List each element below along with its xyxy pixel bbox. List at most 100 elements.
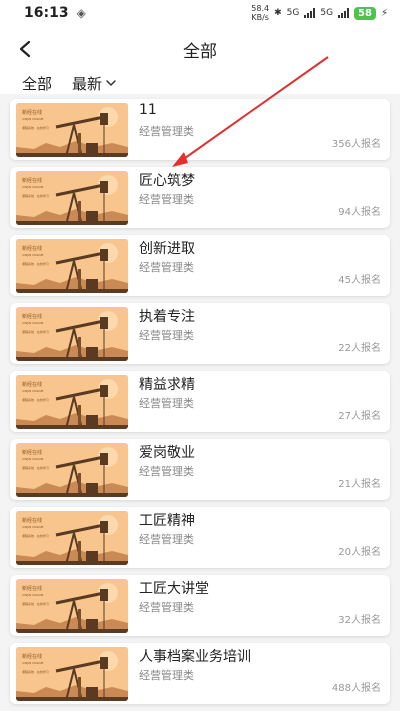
thumb-line3: 课程系统 · 在线学习 [22, 397, 49, 402]
course-title: 工匠大讲堂 [139, 581, 209, 597]
course-card[interactable]: 新经在线 XINJIN ONLINE 课程系统 · 在线学习 11 经营管理类 … [10, 99, 390, 160]
thumb-line1: 新经在线 [22, 245, 42, 252]
course-card[interactable]: 新经在线 XINJIN ONLINE 课程系统 · 在线学习 爱岗敬业 经营管理… [10, 439, 390, 500]
course-category: 经营管理类 [139, 193, 194, 206]
course-title: 爱岗敬业 [139, 445, 195, 461]
course-thumbnail: 新经在线 XINJIN ONLINE 课程系统 · 在线学习 [16, 443, 128, 497]
back-button[interactable] [10, 34, 40, 64]
oil-pump-image: 新经在线 XINJIN ONLINE 课程系统 · 在线学习 [16, 647, 128, 701]
sort-dropdown[interactable]: 最新 [72, 73, 116, 94]
course-list: 新经在线 XINJIN ONLINE 课程系统 · 在线学习 11 经营管理类 … [0, 94, 400, 711]
enrollment-count: 356人报名 [331, 139, 381, 150]
course-thumbnail: 新经在线 XINJIN ONLINE 课程系统 · 在线学习 [16, 375, 128, 429]
thumb-line3: 课程系统 · 在线学习 [22, 533, 49, 538]
enrollment-count: 20人报名 [338, 547, 381, 558]
course-category: 经营管理类 [139, 533, 194, 546]
course-title: 精益求精 [139, 377, 195, 393]
filter-all-label: 全部 [22, 74, 53, 93]
course-thumbnail: 新经在线 XINJIN ONLINE 课程系统 · 在线学习 [16, 647, 128, 701]
network-type-2: 5G [320, 8, 334, 18]
thumb-line1: 新经在线 [22, 517, 42, 524]
status-time: 16:13 [24, 5, 69, 21]
oil-pump-image: 新经在线 XINJIN ONLINE 课程系统 · 在线学习 [16, 375, 128, 429]
network-type-1: 5G [286, 8, 300, 18]
oil-pump-image: 新经在线 XINJIN ONLINE 课程系统 · 在线学习 [16, 239, 128, 293]
course-title: 工匠精神 [139, 513, 195, 529]
signal-icon-2 [338, 8, 350, 18]
enrollment-count: 45人报名 [338, 275, 381, 286]
oil-pump-image: 新经在线 XINJIN ONLINE 课程系统 · 在线学习 [16, 443, 128, 497]
thumb-line2: XINJIN ONLINE [22, 253, 44, 257]
course-category: 经营管理类 [139, 261, 194, 274]
status-right: 58.4 KB/s ✱ 5G 5G 58 ⚡ [251, 4, 388, 22]
filter-bar: 全部 最新 [0, 72, 400, 94]
net-speed-unit: KB/s [251, 13, 269, 22]
thumb-line1: 新经在线 [22, 449, 42, 456]
thumb-line2: XINJIN ONLINE [22, 661, 44, 665]
page-title: 全部 [183, 41, 217, 62]
course-thumbnail: 新经在线 XINJIN ONLINE 课程系统 · 在线学习 [16, 511, 128, 565]
battery-indicator: 58 [354, 6, 376, 20]
signal-icon-1 [304, 8, 316, 18]
course-card[interactable]: 新经在线 XINJIN ONLINE 课程系统 · 在线学习 创新进取 经营管理… [10, 235, 390, 296]
course-category: 经营管理类 [139, 465, 194, 478]
course-thumbnail: 新经在线 XINJIN ONLINE 课程系统 · 在线学习 [16, 171, 128, 225]
thumb-line2: XINJIN ONLINE [22, 389, 44, 393]
thumb-line2: XINJIN ONLINE [22, 321, 44, 325]
bluetooth-icon: ✱ [274, 8, 282, 18]
oil-pump-image: 新经在线 XINJIN ONLINE 课程系统 · 在线学习 [16, 511, 128, 565]
net-speed-value: 58.4 [251, 4, 270, 13]
course-title: 人事档案业务培训 [139, 649, 251, 665]
oil-pump-image: 新经在线 XINJIN ONLINE 课程系统 · 在线学习 [16, 103, 128, 157]
status-bar: 16:13 ◈ 58.4 KB/s ✱ 5G 5G 58 ⚡ [0, 0, 400, 26]
enrollment-count: 22人报名 [338, 343, 381, 354]
thumb-line2: XINJIN ONLINE [22, 593, 44, 597]
chevron-down-icon [106, 80, 116, 87]
enrollment-count: 32人报名 [338, 615, 381, 626]
enrollment-count: 21人报名 [338, 479, 381, 490]
oil-pump-image: 新经在线 XINJIN ONLINE 课程系统 · 在线学习 [16, 307, 128, 361]
course-category: 经营管理类 [139, 601, 194, 614]
thumb-line1: 新经在线 [22, 653, 42, 660]
enrollment-count: 94人报名 [338, 207, 381, 218]
course-card[interactable]: 新经在线 XINJIN ONLINE 课程系统 · 在线学习 工匠大讲堂 经营管… [10, 575, 390, 636]
oil-pump-image: 新经在线 XINJIN ONLINE 课程系统 · 在线学习 [16, 579, 128, 633]
thumb-line1: 新经在线 [22, 313, 42, 320]
thumb-line1: 新经在线 [22, 177, 42, 184]
nav-bar: 全部 [0, 26, 400, 72]
course-card[interactable]: 新经在线 XINJIN ONLINE 课程系统 · 在线学习 匠心筑梦 经营管理… [10, 167, 390, 228]
course-thumbnail: 新经在线 XINJIN ONLINE 课程系统 · 在线学习 [16, 579, 128, 633]
thumb-line3: 课程系统 · 在线学习 [22, 193, 49, 198]
thumb-line2: XINJIN ONLINE [22, 117, 44, 121]
thumb-line3: 课程系统 · 在线学习 [22, 601, 49, 606]
enrollment-count: 488人报名 [331, 683, 381, 694]
vpn-icon: ◈ [76, 6, 86, 20]
thumb-line2: XINJIN ONLINE [22, 525, 44, 529]
thumb-line3: 课程系统 · 在线学习 [22, 125, 49, 130]
course-card[interactable]: 新经在线 XINJIN ONLINE 课程系统 · 在线学习 执着专注 经营管理… [10, 303, 390, 364]
course-thumbnail: 新经在线 XINJIN ONLINE 课程系统 · 在线学习 [16, 239, 128, 293]
thumb-line1: 新经在线 [22, 109, 42, 116]
course-card[interactable]: 新经在线 XINJIN ONLINE 课程系统 · 在线学习 精益求精 经营管理… [10, 371, 390, 432]
course-category: 经营管理类 [139, 397, 194, 410]
course-card[interactable]: 新经在线 XINJIN ONLINE 课程系统 · 在线学习 工匠精神 经营管理… [10, 507, 390, 568]
course-title: 匠心筑梦 [139, 173, 195, 189]
course-title: 执着专注 [139, 309, 195, 325]
charging-icon: ⚡ [380, 7, 388, 19]
course-card[interactable]: 新经在线 XINJIN ONLINE 课程系统 · 在线学习 人事档案业务培训 … [10, 643, 390, 704]
course-thumbnail: 新经在线 XINJIN ONLINE 课程系统 · 在线学习 [16, 103, 128, 157]
course-thumbnail: 新经在线 XINJIN ONLINE 课程系统 · 在线学习 [16, 307, 128, 361]
sort-label: 最新 [72, 74, 103, 93]
thumb-line2: XINJIN ONLINE [22, 185, 44, 189]
thumb-line1: 新经在线 [22, 585, 42, 592]
filter-all[interactable]: 全部 [22, 73, 52, 94]
course-category: 经营管理类 [139, 669, 194, 682]
chevron-left-icon [19, 40, 31, 58]
course-title: 创新进取 [139, 241, 195, 257]
thumb-line2: XINJIN ONLINE [22, 457, 44, 461]
thumb-line3: 课程系统 · 在线学习 [22, 261, 49, 266]
thumb-line3: 课程系统 · 在线学习 [22, 465, 49, 470]
net-speed: 58.4 KB/s [251, 4, 269, 22]
enrollment-count: 27人报名 [338, 411, 381, 422]
course-title: 11 [139, 102, 157, 118]
